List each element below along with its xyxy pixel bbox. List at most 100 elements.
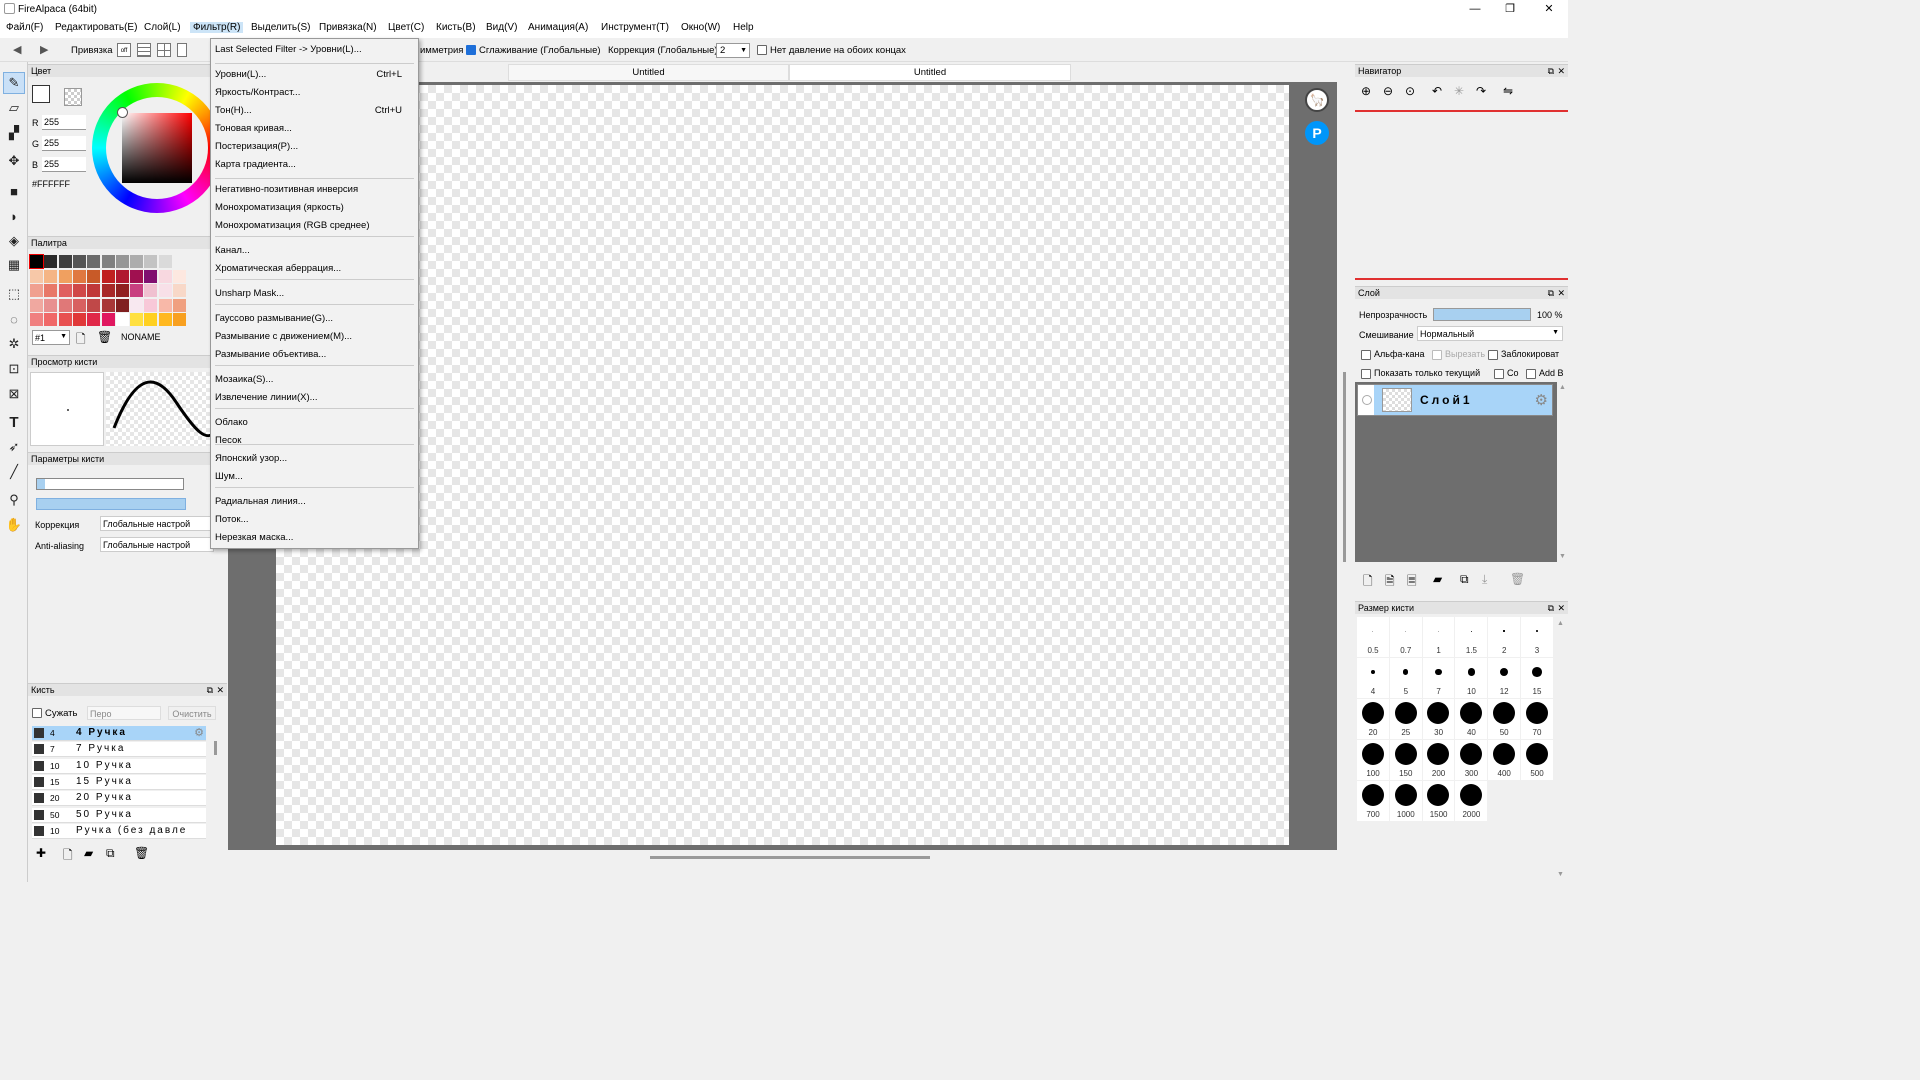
filter-menu-item[interactable]: Размывание с движением(M)... [215,331,352,342]
brush-size-cell[interactable]: 30 [1422,699,1455,739]
gradient-tool-icon[interactable]: ▦ [3,254,25,276]
menu-help[interactable]: Help [733,22,754,33]
palette-swatch[interactable] [173,269,186,283]
pixiv-icon[interactable]: P [1305,121,1329,145]
divide-tool-icon[interactable]: ╱ [3,461,25,483]
close-panel-icon[interactable]: ✕ [1557,602,1565,615]
snap-parallel-icon[interactable] [137,43,151,57]
menu-brush[interactable]: Кисть(B) [436,22,476,33]
g-input[interactable]: 255 [42,136,86,151]
shape-tool-icon[interactable]: ■ [3,180,25,202]
new-palette-icon[interactable]: 🗋 [76,330,86,351]
brush-size-cell[interactable]: 10 [1455,658,1488,698]
redo-icon[interactable]: ▶ [40,43,48,56]
delete-layer-icon[interactable]: 🗑 [1510,572,1525,586]
brush-size-cell[interactable]: 1.5 [1455,617,1488,657]
close-panel-icon[interactable]: ✕ [1557,287,1565,300]
palette-swatch[interactable] [58,255,72,268]
blend-select[interactable]: Нормальный ▼ [1417,326,1563,341]
palette-swatch[interactable] [72,255,86,268]
brush-tool-icon[interactable]: ✎ [3,72,25,94]
brush-size-cell[interactable]: 1500 [1422,781,1455,821]
gear-icon[interactable]: ⚙ [194,726,204,739]
move-tool-icon[interactable]: ✥ [3,150,25,172]
color-picker-handle[interactable] [117,107,128,118]
palette-swatch[interactable] [87,269,101,283]
palette-swatch[interactable] [44,255,58,268]
brush-size-cell[interactable]: 25 [1389,699,1422,739]
palette-index-select[interactable]: #1 ▼ [32,330,70,345]
palette-swatch[interactable] [144,284,158,297]
palette-swatch[interactable] [158,284,172,297]
palette-swatch[interactable] [30,298,43,312]
snap-off-button[interactable]: off [117,43,131,57]
filter-menu-item[interactable]: Постеризация(P)... [215,141,298,152]
palette-swatch[interactable] [173,284,186,297]
drawing-canvas[interactable] [276,85,1289,845]
text-tool-icon[interactable]: T [3,411,25,433]
palette-swatch[interactable] [72,298,86,312]
size-scroll-up-icon[interactable]: ▲ [1557,620,1564,627]
show-current-checkbox[interactable]: Показать только текущий [1361,368,1480,379]
smoothing-checkbox[interactable]: Сглаживание (Глобальные) [466,45,601,56]
brush-size-cell[interactable]: 20 [1357,699,1389,739]
palette-swatch[interactable] [115,298,129,312]
filter-menu-item[interactable]: Японский узор... [215,453,287,464]
filter-menu-item[interactable]: Негативно-позитивная инверсия [215,184,358,195]
co-checkbox[interactable]: Со [1494,368,1519,379]
flip-icon[interactable]: ⇋ [1503,84,1513,98]
layer-row[interactable]: Слой1 ⚙ [1357,384,1553,416]
r-input[interactable]: 255 [42,115,86,130]
palette-swatch[interactable] [101,255,115,268]
zoom-in-icon[interactable]: ⊕ [1361,84,1371,98]
brush-size-cell[interactable]: 700 [1357,781,1389,821]
tab-document-1[interactable]: Untitled [508,64,789,81]
narrow-checkbox[interactable]: Сужать [32,708,77,719]
filter-menu-item[interactable]: Карта градиента... [215,159,296,170]
menu-select[interactable]: Выделить(S) [251,22,310,33]
magic-wand-icon[interactable]: ✲ [3,333,25,355]
brush-size-cell[interactable]: 0.7 [1389,617,1422,657]
duplicate-icon[interactable]: ⧉ [106,846,115,861]
lock-checkbox[interactable]: Заблокироват [1488,349,1559,360]
palette-swatch[interactable] [158,313,172,326]
palette-swatch[interactable] [115,284,129,297]
filter-menu-item[interactable]: Шум... [215,471,243,482]
palette-swatch[interactable] [87,298,101,312]
folder-icon[interactable]: ▰ [1433,572,1442,586]
brush-search-input[interactable]: Перо [87,706,161,720]
palette-swatch[interactable] [72,284,86,297]
menu-window[interactable]: Окно(W) [681,22,720,33]
filter-menu-item[interactable]: Песок [215,435,241,446]
palette-swatch[interactable] [30,284,43,297]
palette-swatch[interactable] [144,255,158,268]
float-panel-icon[interactable]: ⧉ [1548,602,1554,615]
no-pressure-checkbox[interactable]: Нет давление на обоих концах [757,45,906,56]
brush-size-cell[interactable]: 2000 [1455,781,1488,821]
brush-size-cell[interactable]: 12 [1488,658,1520,698]
brush-size-cell[interactable]: 4 [1357,658,1389,698]
select-rect-icon[interactable]: ⬚ [3,283,25,305]
palette-swatch[interactable] [130,255,144,268]
restore-button[interactable]: ❐ [1495,0,1525,18]
brush-size-slider[interactable] [36,478,184,490]
clear-button[interactable]: Очистить [168,706,216,720]
filter-menu-item[interactable]: Яркость/Контраст... [215,87,300,98]
select-eraser-icon[interactable]: ⊠ [3,383,25,405]
primary-color-swatch[interactable] [32,85,50,103]
dot-tool-icon[interactable]: ▞ [3,122,25,144]
palette-swatch[interactable] [30,269,43,283]
filter-menu-item[interactable]: Хроматическая аберрация... [215,263,341,274]
filter-menu-item[interactable]: Мозаика(S)... [215,374,273,385]
palette-swatch[interactable] [87,313,101,326]
filter-menu-item[interactable]: Радиальная линия... [215,496,306,507]
palette-swatch[interactable] [158,298,172,312]
hand-tool-icon[interactable]: ✋ [3,514,25,536]
brush-list-item[interactable]: 20 20 Ручка [32,791,206,807]
alpaca-mascot-icon[interactable]: 🦙 [1305,88,1329,112]
palette-swatch[interactable] [115,313,129,326]
correction-param-select[interactable]: Глобальные настрой [100,516,214,531]
folder-icon[interactable]: ▰ [84,846,93,860]
addb-checkbox[interactable]: Add B [1526,368,1564,379]
select-pen-icon[interactable]: ⊡ [3,358,25,380]
